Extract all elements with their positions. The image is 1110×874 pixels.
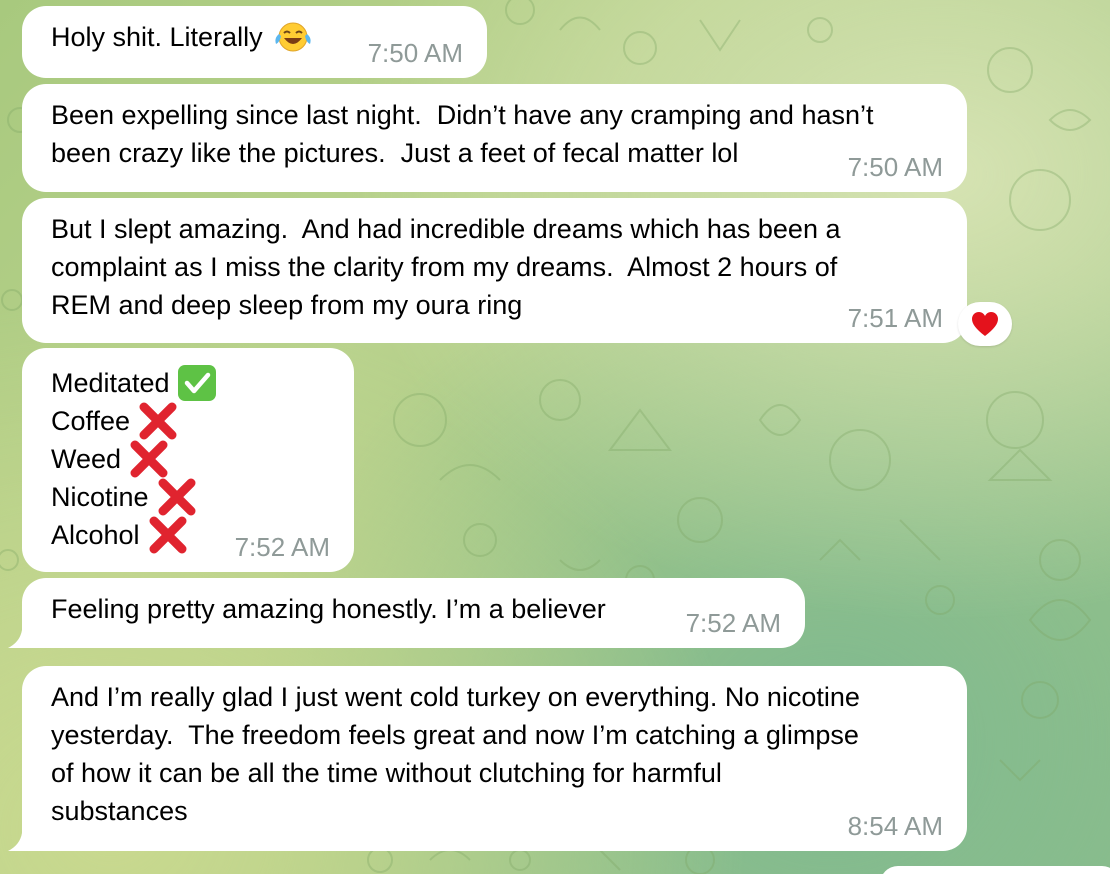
message-time: 7:52 AM bbox=[234, 532, 330, 562]
message-time: 7:51 AM bbox=[847, 303, 943, 333]
message-bubble[interactable]: But I slept amazing. And had incredible … bbox=[22, 198, 967, 343]
bubble-tail bbox=[8, 833, 28, 851]
checklist-label: Coffee bbox=[51, 406, 131, 436]
message-time: 7:50 AM bbox=[367, 38, 463, 68]
message-text: Been expelling since last night. Didn’t … bbox=[51, 100, 874, 168]
checklist-item: Meditated bbox=[51, 364, 326, 402]
laughing-crying-face-icon bbox=[275, 22, 311, 52]
checklist-item: Weed bbox=[51, 440, 326, 478]
message-bubble[interactable]: Been expelling since last night. Didn’t … bbox=[22, 84, 967, 192]
red-heart-icon bbox=[972, 312, 998, 336]
message-time: 7:52 AM bbox=[685, 608, 781, 638]
message-text: But I slept amazing. And had incredible … bbox=[51, 214, 841, 320]
message-text: Holy shit. Literally bbox=[51, 22, 263, 52]
message-bubble[interactable]: Meditated Coffee Weed Nicotine Alcohol 7… bbox=[22, 348, 354, 572]
message-bubble[interactable]: Feeling pretty amazing honestly. I’m a b… bbox=[8, 578, 805, 648]
message-text: And I’m really glad I just went cold tur… bbox=[51, 682, 860, 826]
message-bubble[interactable]: And I’m really glad I just went cold tur… bbox=[8, 666, 967, 851]
message-text: Feeling pretty amazing honestly. I’m a b… bbox=[51, 594, 606, 624]
checklist-label: Nicotine bbox=[51, 482, 149, 512]
checklist-item: Coffee bbox=[51, 402, 326, 440]
heart-reaction[interactable] bbox=[958, 302, 1012, 346]
cross-mark-icon bbox=[139, 402, 177, 440]
checklist-label: Weed bbox=[51, 444, 122, 474]
checklist-label: Meditated bbox=[51, 368, 170, 398]
message-time: 8:54 AM bbox=[847, 811, 943, 841]
check-mark-icon bbox=[177, 365, 216, 401]
next-message-bubble-edge bbox=[880, 866, 1110, 874]
cross-mark-icon bbox=[130, 440, 168, 478]
checklist-label: Alcohol bbox=[51, 520, 140, 550]
message-time: 7:50 AM bbox=[847, 152, 943, 182]
checklist-item: Nicotine bbox=[51, 478, 326, 516]
cross-mark-icon bbox=[158, 478, 196, 516]
cross-mark-icon bbox=[149, 516, 187, 554]
message-bubble[interactable]: Holy shit. Literally 7:50 AM bbox=[22, 6, 487, 78]
bubble-tail bbox=[8, 630, 28, 648]
